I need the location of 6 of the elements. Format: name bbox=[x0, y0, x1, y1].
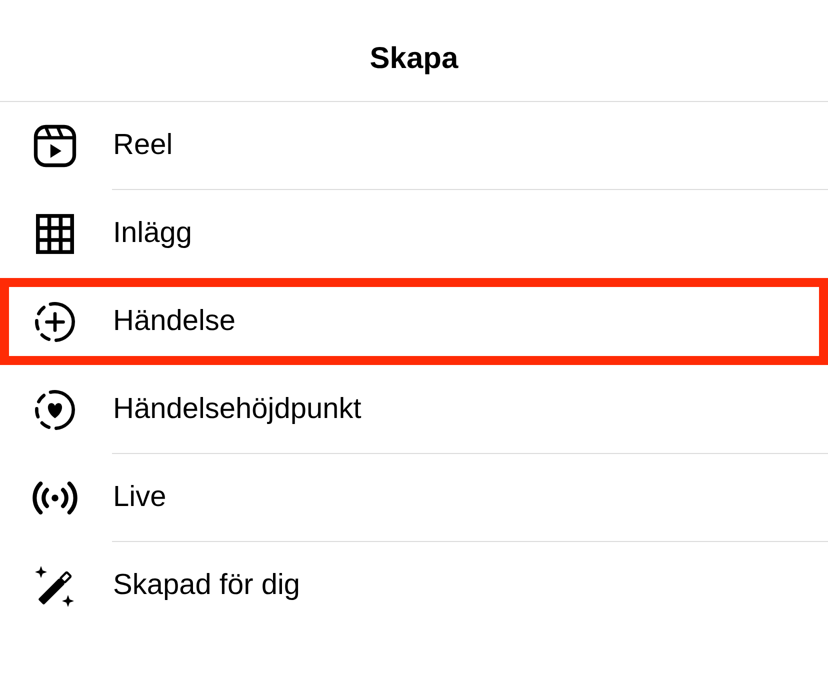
dashed-circle-plus-icon bbox=[33, 300, 77, 344]
grid-icon bbox=[36, 214, 74, 254]
menu-item[interactable]: Händelse bbox=[0, 278, 828, 365]
page-title: Skapa bbox=[370, 40, 458, 76]
clapperboard-play-icon bbox=[33, 124, 77, 168]
broadcast-icon bbox=[32, 480, 78, 514]
